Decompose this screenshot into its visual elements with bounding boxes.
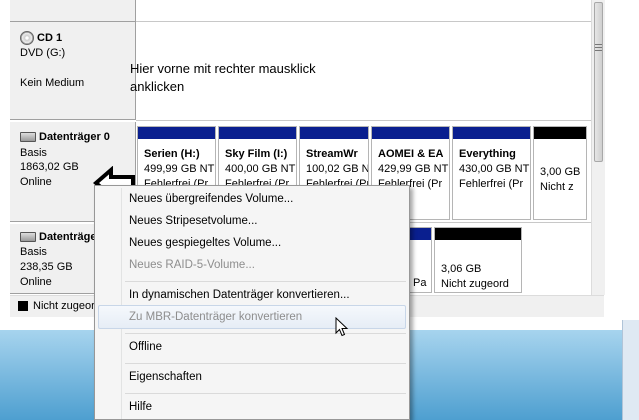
volume-size: 100,02 GB NTFS bbox=[306, 163, 369, 175]
disk-title: Datenträger 0 bbox=[39, 131, 110, 143]
volume-everything[interactable]: Everything 430,00 GB NTFS Fehlerfrei (Pr bbox=[452, 126, 531, 220]
partition-bar bbox=[138, 127, 215, 139]
menu-separator bbox=[125, 393, 406, 394]
volume-status: Nicht zugeord bbox=[441, 278, 509, 290]
menu-item-offline[interactable]: Offline bbox=[129, 341, 162, 353]
volume-partial-disk1[interactable]: Pa bbox=[408, 227, 432, 293]
disk-icon bbox=[20, 132, 36, 142]
volume-size: 3,06 GB bbox=[441, 263, 482, 275]
partition-bar bbox=[372, 127, 449, 139]
disk-media-status: Kein Medium bbox=[20, 77, 85, 89]
menu-separator bbox=[125, 333, 406, 334]
menu-item-new-mirrored-volume[interactable]: Neues gespiegeltes Volume... bbox=[129, 237, 281, 249]
partition-bar bbox=[300, 127, 368, 139]
disk-icon bbox=[20, 232, 36, 242]
disk-type: Basis bbox=[20, 147, 47, 159]
context-menu: Neues übergreifendes Volume... Neues Str… bbox=[94, 185, 410, 420]
menu-item-new-raid5-volume[interactable]: Neues RAID-5-Volume... bbox=[129, 259, 255, 271]
row-divider bbox=[136, 21, 591, 22]
volume-size: 3,00 GB bbox=[540, 166, 581, 178]
menu-item-properties[interactable]: Eigenschaften bbox=[129, 371, 202, 383]
menu-item-new-spanned-volume[interactable]: Neues übergreifendes Volume... bbox=[129, 193, 293, 205]
volume-name: Serien (H:) bbox=[144, 148, 200, 160]
volume-status: Fehlerfrei (Pr bbox=[459, 178, 524, 190]
row-divider bbox=[136, 120, 591, 121]
menu-separator bbox=[125, 363, 406, 364]
menu-item-convert-dynamic[interactable]: In dynamischen Datenträger konvertieren.… bbox=[129, 289, 350, 301]
desktop-background bbox=[0, 330, 95, 420]
scrollbar-thumb[interactable] bbox=[594, 2, 603, 162]
menu-separator bbox=[125, 281, 406, 282]
grip-line bbox=[595, 50, 602, 51]
partition-bar bbox=[219, 127, 296, 139]
disk-type: DVD (G:) bbox=[20, 47, 66, 59]
disk-size: 1863,02 GB bbox=[20, 161, 79, 173]
disk-size: 238,35 GB bbox=[20, 261, 73, 273]
menu-item-help[interactable]: Hilfe bbox=[129, 401, 152, 413]
volume-name: Sky Film (I:) bbox=[225, 148, 288, 160]
unallocated-legend-swatch bbox=[18, 301, 28, 311]
volume-unallocated-disk1[interactable]: 3,06 GB Nicht zugeord bbox=[434, 227, 522, 293]
unallocated-bar bbox=[534, 127, 586, 139]
disk-status: Online bbox=[20, 276, 52, 288]
menu-item-new-striped-volume[interactable]: Neues Stripesetvolume... bbox=[129, 215, 257, 227]
mouse-cursor-icon bbox=[335, 317, 349, 337]
volume-size: 429,99 GB NTFS bbox=[378, 163, 449, 175]
unallocated-bar bbox=[435, 228, 521, 240]
menu-gutter-line bbox=[121, 188, 122, 419]
volume-size: 499,99 GB NTFS bbox=[144, 163, 215, 175]
disk-status: Online bbox=[20, 176, 52, 188]
volume-name: StreamWr bbox=[306, 148, 358, 160]
desktop-background bbox=[410, 330, 639, 420]
annotation-text: Hier vorne mit rechter mausklick anklick… bbox=[130, 61, 316, 94]
disk-title: CD 1 bbox=[37, 32, 63, 44]
partition-bar bbox=[453, 127, 530, 139]
vertical-scrollbar[interactable] bbox=[591, 0, 605, 295]
disk-type: Basis bbox=[20, 246, 47, 258]
disk-row-previous-label bbox=[10, 0, 136, 22]
volume-size: 400,00 GB NTFS bbox=[225, 163, 296, 175]
window-edge bbox=[622, 320, 639, 420]
disk-label-cd1[interactable]: CD 1 DVD (G:) Kein Medium bbox=[10, 22, 136, 120]
volume-status: Nicht z bbox=[540, 181, 574, 193]
grip-line bbox=[595, 44, 602, 45]
grip-line bbox=[595, 47, 602, 48]
volume-unallocated-disk0[interactable]: 3,00 GB Nicht z bbox=[533, 126, 587, 220]
volume-name: AOMEI & EA bbox=[378, 148, 444, 160]
volume-name: Everything bbox=[459, 148, 516, 160]
menu-item-convert-mbr[interactable]: Zu MBR-Datenträger konvertieren bbox=[129, 311, 302, 323]
dvd-icon bbox=[20, 31, 34, 45]
partition-bar bbox=[409, 228, 431, 240]
volume-size: 430,00 GB NTFS bbox=[459, 163, 530, 175]
volume-status: Pa bbox=[413, 277, 427, 289]
